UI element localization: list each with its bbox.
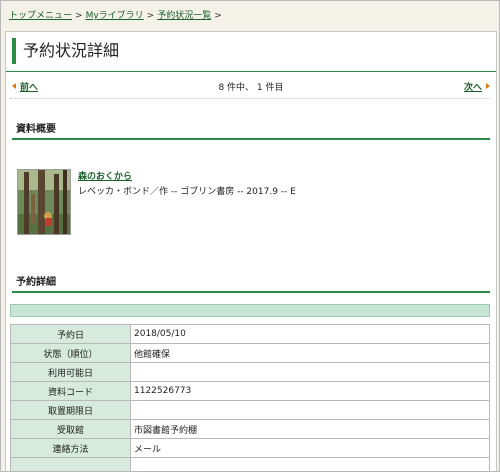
row-value: メール <box>130 438 490 458</box>
breadcrumb-my-library[interactable]: Myライブラリ <box>86 11 144 21</box>
table-row: 状態（順位） 他館確保 <box>10 343 490 363</box>
row-value <box>130 362 490 382</box>
row-value: 1122526773 <box>130 381 490 401</box>
detail-heading: 予約詳細 <box>12 275 490 293</box>
next-link[interactable]: 次へ <box>464 80 490 93</box>
table-row: 取置期限日 <box>10 400 490 420</box>
breadcrumb-top-menu[interactable]: トップメニュー <box>9 11 72 21</box>
title-divider <box>6 71 496 72</box>
table-row: 受取館 市図書館予約棚 <box>10 419 490 439</box>
reservation-detail-table: 予約日 2018/05/10 状態（順位） 他館確保 利用可能日 資料コード 1122… <box>10 324 490 471</box>
book-cover-illustration <box>18 170 70 234</box>
row-value <box>130 457 490 471</box>
breadcrumb: トップメニュー > Myライブラリ > 予約状況一覧 > <box>9 8 225 21</box>
next-label: 次へ <box>463 83 482 93</box>
row-value: 他館確保 <box>130 343 490 363</box>
table-row: 連絡方法 メール <box>10 438 490 458</box>
summary-heading: 資料概要 <box>12 122 490 140</box>
book-metadata: レベッカ・ボンド／作 -- ゴブリン書房 -- 2017.9 -- E <box>78 187 296 197</box>
row-label: 状態（順位） <box>10 343 131 363</box>
row-value <box>130 400 490 420</box>
row-label: 利用可能日 <box>10 362 131 382</box>
pager-divider <box>10 98 490 99</box>
table-row: 資料コード 1122526773 <box>10 381 490 401</box>
row-label: 連絡方法 <box>10 438 131 458</box>
content-panel: 予約状況詳細 8 件中、 1 件目 前へ 次へ 資料概要 森のおくから レベッカ… <box>5 31 497 471</box>
breadcrumb-separator: > <box>146 11 155 21</box>
table-row: 予約日 2018/05/10 <box>10 324 490 344</box>
breadcrumb-reservation-list[interactable]: 予約状況一覧 <box>157 11 211 21</box>
book-title-link[interactable]: 森のおくから <box>78 169 132 182</box>
page-title: 予約状況詳細 <box>12 38 488 64</box>
book-cover-image <box>17 169 71 235</box>
table-row: 利用可能日 <box>10 362 490 382</box>
row-label: 受取館 <box>10 419 131 439</box>
row-value: 市図書館予約棚 <box>130 419 490 439</box>
detail-header-bar <box>10 304 490 317</box>
row-label <box>10 457 131 471</box>
pager: 8 件中、 1 件目 前へ 次へ <box>6 80 496 94</box>
prev-link[interactable]: 前へ <box>12 80 38 93</box>
row-label: 取置期限日 <box>10 400 131 420</box>
window-frame: トップメニュー > Myライブラリ > 予約状況一覧 > 予約状況詳細 8 件中、 1 件… <box>0 0 500 472</box>
breadcrumb-separator: > <box>75 11 83 21</box>
result-count: 8 件中、 1 件目 <box>218 83 284 93</box>
breadcrumb-separator: > <box>214 11 222 21</box>
table-row <box>10 457 490 471</box>
arrow-right-icon <box>486 83 490 89</box>
row-value: 2018/05/10 <box>130 324 490 344</box>
prev-label: 前へ <box>20 83 39 93</box>
arrow-left-icon <box>12 83 16 89</box>
row-label: 予約日 <box>10 324 131 344</box>
row-label: 資料コード <box>10 381 131 401</box>
